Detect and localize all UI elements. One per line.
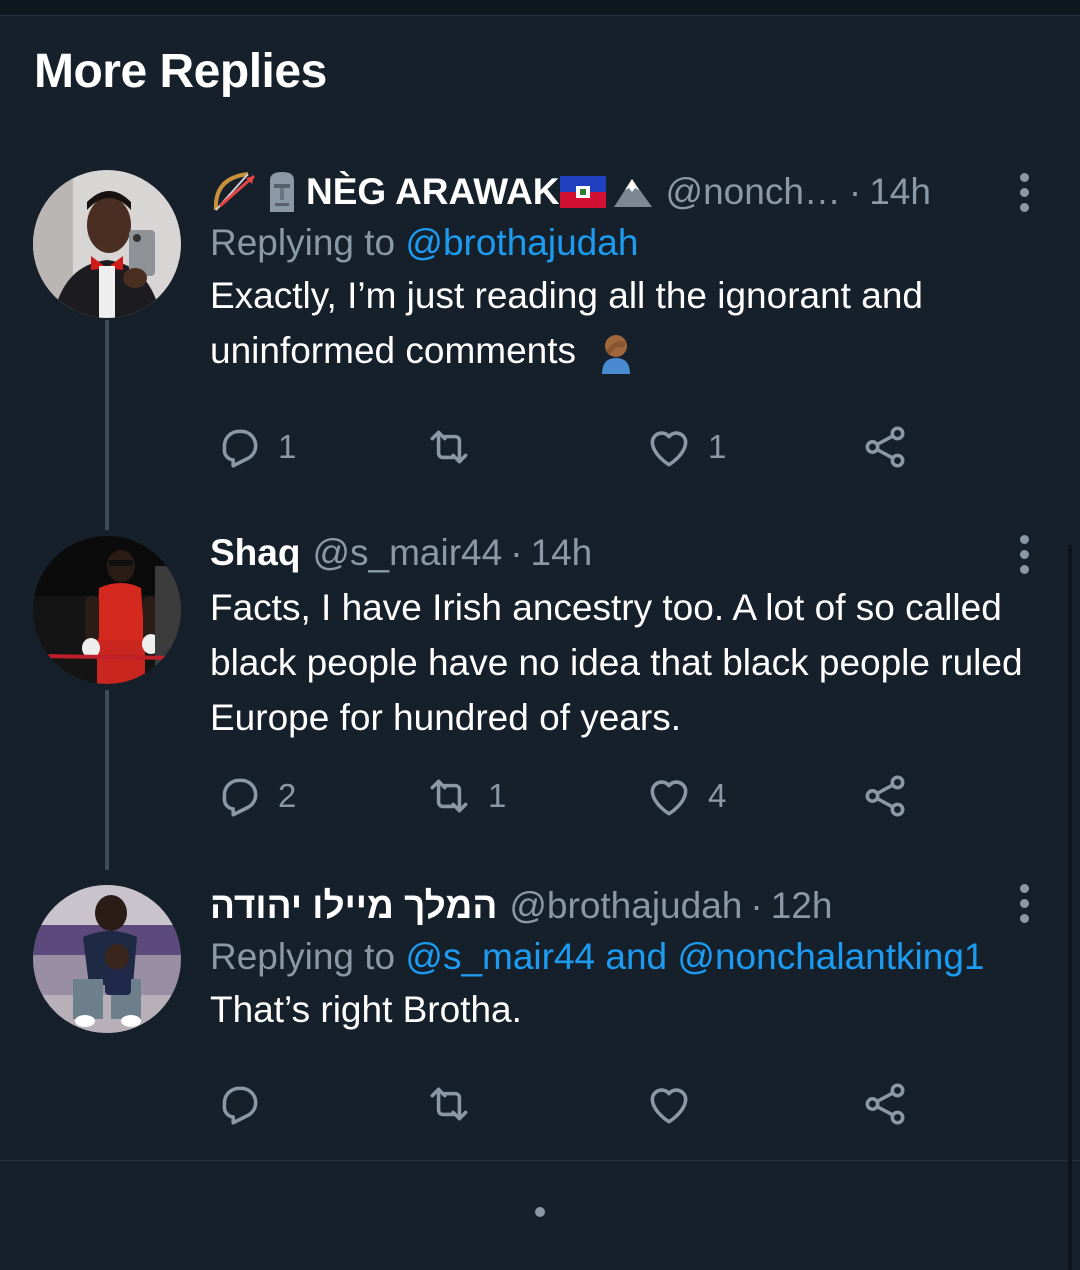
avatar[interactable]: [33, 885, 181, 1033]
reply-icon: [222, 1086, 258, 1125]
tweet-header: המלך מיילו יהודה @brothajudah · 12h: [210, 882, 1044, 930]
separator-dot: ·: [510, 532, 523, 573]
bow-and-arrow-icon: [210, 170, 258, 214]
thread-line: [105, 690, 109, 870]
heart-icon: [650, 780, 688, 816]
separator-dot: ·: [750, 885, 763, 926]
tweet-text: That’s right Brotha.: [210, 989, 522, 1030]
reply-icon: [222, 778, 258, 817]
replying-to: Replying to @brothajudah: [210, 222, 1044, 264]
handle[interactable]: @nonch…: [666, 171, 841, 213]
loading-dot: [535, 1207, 545, 1217]
tweet-text-content: Exactly, I’m just reading all the ignora…: [210, 275, 923, 371]
separator-dot: ·: [848, 171, 862, 212]
share-button[interactable]: [860, 768, 910, 824]
timestamp[interactable]: 14h: [869, 171, 931, 213]
display-name[interactable]: המלך מיילו יהודה: [210, 885, 497, 927]
handle[interactable]: @s_mair44: [312, 532, 502, 574]
moai-icon: [262, 170, 302, 214]
like-count: 4: [708, 777, 727, 814]
replying-to-label: Replying to: [210, 936, 396, 977]
scrollbar[interactable]: [1068, 545, 1072, 1270]
tweet-actions: 1 1: [210, 419, 930, 475]
retweet-button[interactable]: [424, 1076, 488, 1132]
person-facepalming-icon: [596, 332, 636, 375]
timestamp[interactable]: 12h: [771, 885, 833, 927]
replying-to-link[interactable]: @brothajudah: [405, 222, 638, 263]
tweet-actions: [210, 1076, 930, 1132]
reply-count: 1: [278, 428, 297, 465]
tweet-text: Facts, I have Irish ancestry too. A lot …: [210, 587, 1023, 738]
replying-to-link[interactable]: @s_mair44 and @nonchalantking1: [405, 936, 984, 977]
share-button[interactable]: [860, 419, 910, 475]
retweet-icon: [430, 1087, 468, 1121]
share-icon: [865, 1083, 905, 1125]
heart-icon: [650, 1088, 688, 1124]
reply-count: 2: [278, 777, 297, 814]
reply-button[interactable]: 1: [214, 419, 296, 475]
divider: [0, 1160, 1080, 1161]
like-button[interactable]: [644, 1076, 708, 1132]
mountain-icon: [612, 175, 654, 209]
like-button[interactable]: 1: [644, 419, 726, 475]
share-button[interactable]: [860, 1076, 910, 1132]
tweet-actions: 2 1 4: [210, 768, 930, 824]
avatar[interactable]: [33, 536, 181, 684]
reply-button[interactable]: [214, 1076, 278, 1132]
tweet-header: NÈG ARAWAK @nonch… · 14h: [210, 168, 1044, 216]
tweet-text: Exactly, I’m just reading all the ignora…: [210, 268, 1044, 378]
reply-button[interactable]: 2: [214, 768, 296, 824]
share-icon: [865, 775, 905, 817]
retweet-count: 1: [488, 777, 507, 814]
avatar[interactable]: [33, 170, 181, 318]
retweet-icon: [430, 430, 468, 464]
replying-to: Replying to @s_mair44 and @nonchalantkin…: [210, 936, 1044, 978]
haiti-flag-icon: [559, 176, 606, 208]
like-count: 1: [708, 428, 727, 465]
display-name[interactable]: Shaq: [210, 532, 300, 574]
tweet-header: Shaq @s_mair44 · 14h: [210, 529, 1044, 577]
heart-icon: [650, 431, 688, 467]
retweet-button[interactable]: [424, 419, 488, 475]
top-bar: [0, 0, 1080, 16]
replying-to-label: Replying to: [210, 222, 396, 263]
timestamp[interactable]: 14h: [531, 532, 593, 574]
retweet-icon: [430, 779, 468, 813]
share-icon: [865, 426, 905, 468]
display-name[interactable]: NÈG ARAWAK: [306, 171, 560, 213]
retweet-button[interactable]: 1: [424, 768, 506, 824]
thread-line: [105, 320, 109, 530]
like-button[interactable]: 4: [644, 768, 726, 824]
reply-icon: [222, 429, 258, 468]
handle[interactable]: @brothajudah: [509, 885, 742, 927]
section-title: More Replies: [34, 45, 327, 98]
